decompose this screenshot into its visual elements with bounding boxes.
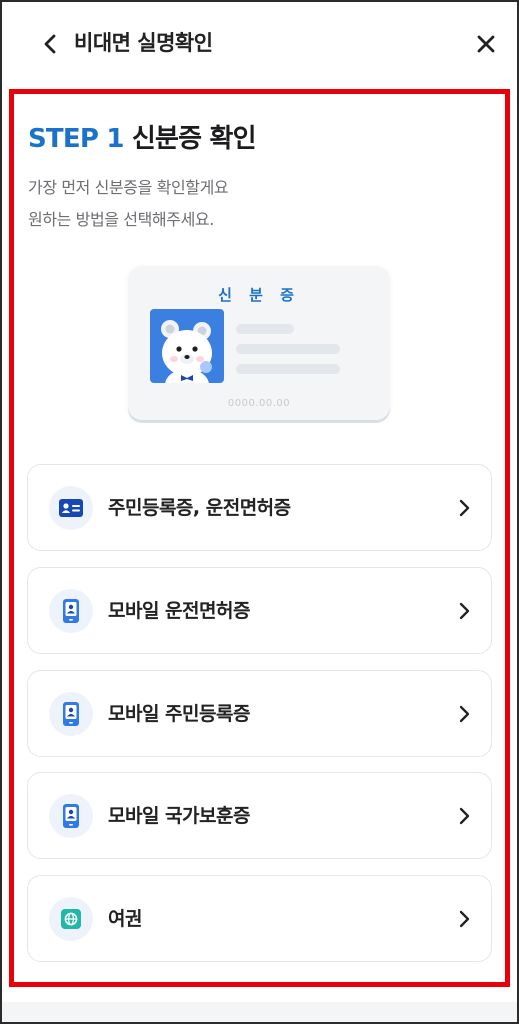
chevron-right-icon: [456, 804, 472, 828]
description-line-1: 가장 먼저 신분증을 확인할게요: [28, 178, 229, 197]
chevron-right-icon: [456, 907, 472, 931]
back-button[interactable]: [34, 26, 66, 62]
option-passport[interactable]: 여권: [27, 875, 492, 962]
option-mobile-drivers-license[interactable]: 모바일 운전면허증: [27, 567, 492, 654]
id-card-placeholder-line: [236, 364, 340, 374]
bottom-strip: [2, 1002, 517, 1022]
id-card-icon: [49, 486, 93, 530]
step-description: 가장 먼저 신분증을 확인할게요 원하는 방법을 선택해주세요.: [28, 172, 229, 236]
page-title: 비대면 실명확인: [74, 31, 213, 55]
id-card-title: 신 분 증: [218, 286, 300, 304]
id-card-date: 0000.00.00: [227, 398, 291, 409]
mobile-id-icon: [49, 589, 93, 633]
option-mobile-veterans-card[interactable]: 모바일 국가보훈증: [27, 772, 492, 859]
option-id-card-drivers-license[interactable]: 주민등록증, 운전면허증: [27, 464, 492, 551]
mobile-id-icon: [49, 794, 93, 838]
close-icon: [477, 35, 495, 53]
option-label: 주민등록증, 운전면허증: [108, 497, 291, 519]
id-card-placeholder-line: [236, 324, 294, 334]
bear-mascot-photo: [150, 309, 224, 383]
option-label: 여권: [108, 908, 142, 930]
option-label: 모바일 국가보훈증: [108, 805, 250, 827]
id-card-placeholder-line: [236, 344, 340, 354]
option-label: 모바일 운전면허증: [108, 600, 250, 622]
mobile-id-icon: [49, 692, 93, 736]
option-label: 모바일 주민등록증: [108, 703, 250, 725]
chevron-right-icon: [456, 599, 472, 623]
close-button[interactable]: [468, 26, 504, 62]
chevron-left-icon: [44, 34, 56, 54]
step-title: 신분증 확인: [131, 124, 257, 154]
chevron-right-icon: [456, 702, 472, 726]
description-line-2: 원하는 방법을 선택해주세요.: [28, 210, 214, 229]
passport-icon: [49, 897, 93, 941]
step-heading: STEP 1 신분증 확인: [28, 122, 257, 156]
id-card-illustration: 신 분 증 0000.00.00: [128, 266, 390, 420]
chevron-right-icon: [456, 496, 472, 520]
option-mobile-resident-card[interactable]: 모바일 주민등록증: [27, 670, 492, 757]
step-number: STEP 1: [28, 124, 124, 154]
header: 비대면 실명확인: [0, 0, 519, 86]
